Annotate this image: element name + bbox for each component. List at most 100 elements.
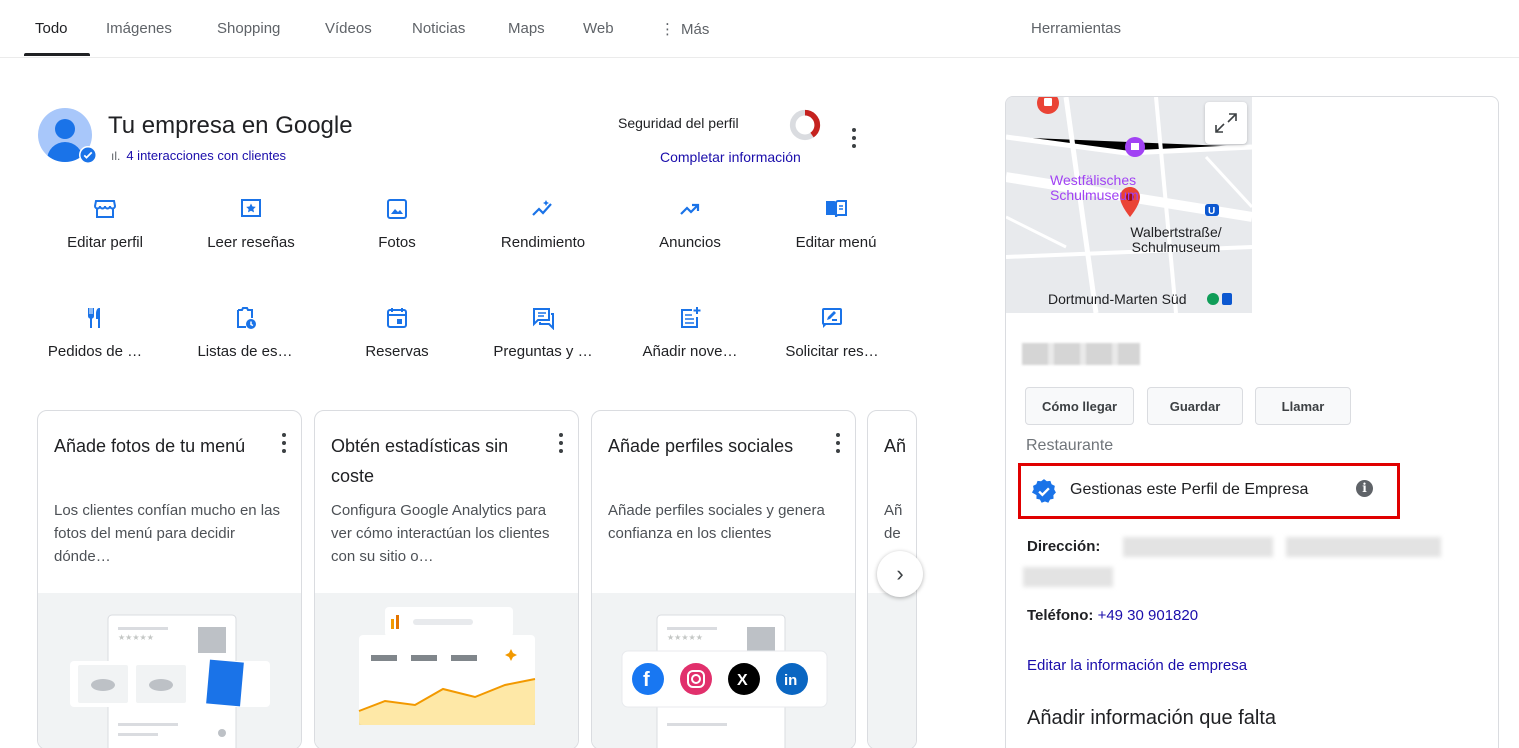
complete-info-link[interactable]: Completar información <box>660 149 801 165</box>
action-label: Fotos <box>378 234 416 251</box>
card-options-icon[interactable] <box>558 433 564 455</box>
action-photos[interactable]: Fotos <box>327 197 467 251</box>
action-bookings[interactable]: Reservas <box>327 306 467 360</box>
edit-business-info-link[interactable]: Editar la información de empresa <box>1027 657 1247 674</box>
restaurant-icon <box>88 308 100 328</box>
action-label: Añadir nove… <box>642 343 738 360</box>
tab-maps[interactable]: Maps <box>508 20 545 37</box>
chevron-right-icon: › <box>896 561 904 586</box>
business-name-redacted <box>1022 343 1140 365</box>
interactions-label: 4 interacciones con clientes <box>126 148 287 163</box>
action-questions[interactable]: Preguntas y … <box>473 306 613 360</box>
svg-text:f: f <box>643 669 650 691</box>
profile-security-label: Seguridad del perfil <box>618 115 739 131</box>
call-button[interactable]: Llamar <box>1255 387 1351 425</box>
action-edit-menu[interactable]: Editar menú <box>766 197 906 251</box>
business-category: Restaurante <box>1026 437 1114 454</box>
more-vert-icon: ⋮ <box>660 21 675 38</box>
security-progress-donut <box>789 109 821 141</box>
star-review-icon <box>241 199 261 217</box>
map-label-station: Walbertstraße/ Schulmuseum <box>1130 224 1222 255</box>
action-waitlists[interactable]: Listas de es… <box>175 306 315 360</box>
action-read-reviews[interactable]: Leer reseñas <box>181 197 321 251</box>
action-label: Pedidos de … <box>47 343 143 360</box>
bar-chart-icon: ıl. <box>111 148 121 163</box>
action-orders[interactable]: Pedidos de … <box>25 306 165 360</box>
tab-mas-label: Más <box>681 21 710 38</box>
action-label: Listas de es… <box>197 343 293 360</box>
card-title: Añade perfiles sociales <box>608 436 794 456</box>
knowledge-panel: U Westfälisches Schulmuseum Walbertstraß… <box>1005 96 1499 748</box>
suggestion-card-menu-photos[interactable]: Añade fotos de tu menú Los clientes conf… <box>37 410 302 748</box>
address-redacted <box>1286 537 1441 557</box>
svg-text:★★★★★: ★★★★★ <box>118 633 154 642</box>
managed-profile-text: Gestionas este Perfil de Empresa <box>1070 481 1309 498</box>
action-label: Reservas <box>365 343 429 360</box>
tab-noticias[interactable]: Noticias <box>412 20 465 37</box>
address-redacted <box>1023 567 1113 587</box>
phone-number-link[interactable]: +49 30 901820 <box>1098 607 1199 624</box>
managed-profile-notice: Gestionas este Perfil de Empresa i <box>1018 463 1400 519</box>
card-options-icon[interactable] <box>281 433 287 455</box>
post-add-icon <box>681 307 701 328</box>
verified-badge-icon <box>79 146 97 164</box>
tab-todo[interactable]: Todo <box>35 20 68 37</box>
next-cards-button[interactable]: › <box>877 551 923 597</box>
info-icon[interactable]: i <box>1356 480 1373 497</box>
suggestion-card-analytics[interactable]: Obtén estadísticas sin coste Configura G… <box>314 410 579 748</box>
analytics-illustration <box>315 593 578 748</box>
svg-text:U: U <box>1208 206 1215 217</box>
action-edit-profile[interactable]: Editar perfil <box>35 197 175 251</box>
action-label: Rendimiento <box>500 234 586 251</box>
action-label: Solicitar res… <box>785 343 879 360</box>
suggestion-card-social[interactable]: Añade perfiles sociales Añade perfiles s… <box>591 410 856 748</box>
interactions-link[interactable]: ıl. 4 interacciones con clientes <box>111 148 286 163</box>
card-options-icon[interactable] <box>835 433 841 455</box>
menu-book-icon <box>826 200 847 218</box>
more-options-icon[interactable] <box>851 128 857 150</box>
storefront-icon <box>93 200 117 218</box>
action-label: Editar perfil <box>67 234 143 251</box>
action-label: Anuncios <box>659 234 721 251</box>
add-missing-info-heading: Añadir información que falta <box>1027 707 1277 729</box>
tab-videos[interactable]: Vídeos <box>325 20 372 37</box>
card-title: Añade fotos de tu menú <box>54 436 246 456</box>
action-request-reviews[interactable]: Solicitar res… <box>762 306 902 360</box>
svg-text:X: X <box>737 672 748 689</box>
photo-icon <box>387 199 407 219</box>
address-label: Dirección: <box>1027 538 1101 555</box>
map-preview[interactable]: U Westfälisches Schulmuseum Walbertstraß… <box>1006 97 1252 313</box>
svg-text:★★★★★: ★★★★★ <box>667 633 703 642</box>
map-label-sbahn: Dortmund-Marten Süd <box>1048 291 1187 307</box>
active-tab-indicator <box>24 53 90 56</box>
trending-up-icon <box>680 203 700 215</box>
expand-map-button[interactable] <box>1205 102 1247 144</box>
tab-imagenes[interactable]: Imágenes <box>106 20 172 37</box>
action-label: Leer reseñas <box>207 234 295 251</box>
card-illustration <box>868 593 916 748</box>
social-profiles-illustration: ★★★★★ f X in <box>592 593 855 748</box>
tools-button[interactable]: Herramientas <box>1031 20 1121 37</box>
question-answer-icon <box>533 308 554 330</box>
card-description: Añ de <box>884 502 903 542</box>
svg-text:in: in <box>784 672 797 689</box>
calendar-icon <box>387 308 407 328</box>
action-performance[interactable]: Rendimiento <box>473 197 613 251</box>
clipboard-clock-icon <box>237 307 256 329</box>
directions-button[interactable]: Cómo llegar <box>1025 387 1134 425</box>
verified-check-icon <box>1031 479 1056 503</box>
menu-photos-illustration: ★★★★★ <box>38 593 301 748</box>
save-button[interactable]: Guardar <box>1147 387 1243 425</box>
tab-web[interactable]: Web <box>583 20 614 37</box>
tab-mas[interactable]: ⋮ Más <box>660 20 709 38</box>
rate-review-icon <box>822 308 842 328</box>
action-ads[interactable]: Anuncios <box>620 197 760 251</box>
card-description: Los clientes confían mucho en las fotos … <box>54 502 280 565</box>
phone-row: Teléfono: +49 30 901820 <box>1027 607 1198 624</box>
map-label-museum: Westfälisches Schulmuseum <box>1050 172 1139 203</box>
action-add-update[interactable]: Añadir nove… <box>620 306 760 360</box>
card-description: Añade perfiles sociales y genera confian… <box>608 502 825 542</box>
tab-shopping[interactable]: Shopping <box>217 20 280 37</box>
phone-label: Teléfono: <box>1027 607 1094 624</box>
business-title: Tu empresa en Google <box>108 112 353 139</box>
